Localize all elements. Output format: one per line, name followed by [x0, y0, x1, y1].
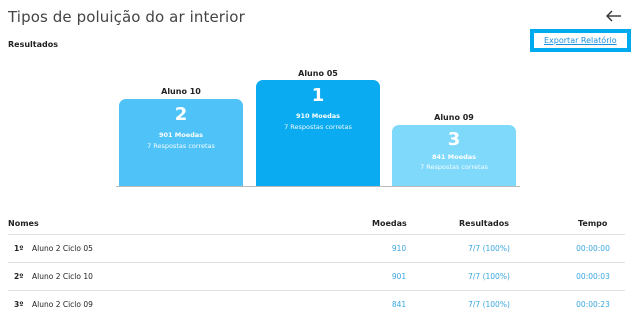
row-position: 1º [14, 244, 24, 253]
row-position: 2º [14, 272, 24, 281]
podium-second-block: 2 901 Moedas 7 Respostas corretas [119, 99, 243, 186]
podium-first-coins: 910 Moedas [295, 112, 341, 120]
row-time: 00:00:23 [576, 300, 610, 309]
export-report-link[interactable]: Exportar Relatório [544, 36, 617, 45]
row-name: Aluno 2 Ciclo 10 [32, 272, 93, 281]
row-time: 00:00:00 [576, 244, 610, 253]
podium-first-correct: 7 Respostas corretas [284, 123, 352, 131]
column-header-names: Nomes [8, 219, 39, 228]
podium-first-block: 1 910 Moedas 7 Respostas corretas [256, 80, 380, 186]
results-heading: Resultados [8, 40, 58, 49]
podium-second-correct: 7 Respostas corretas [147, 142, 215, 150]
podium-third-name: Aluno 09 [434, 113, 474, 122]
podium-second-coins: 901 Moedas [158, 131, 204, 139]
podium-third-correct: 7 Respostas corretas [420, 163, 488, 171]
row-position: 3º [14, 300, 24, 309]
row-name: Aluno 2 Ciclo 09 [32, 300, 93, 309]
podium-baseline [116, 186, 520, 187]
table-row[interactable]: 2º Aluno 2 Ciclo 10 901 7/7 (100%) 00:00… [8, 263, 625, 291]
arrow-left-icon[interactable] [604, 6, 624, 26]
row-coins: 901 [391, 272, 407, 281]
podium: Aluno 10 2 901 Moedas 7 Respostas corret… [116, 66, 520, 188]
podium-third-coins: 841 Moedas [431, 153, 477, 161]
podium-third-block: 3 841 Moedas 7 Respostas corretas [392, 125, 516, 186]
podium-second-name: Aluno 10 [161, 87, 201, 96]
page-title: Tipos de poluição do ar interior [8, 8, 245, 26]
row-result: 7/7 (100%) [468, 300, 510, 309]
row-result: 7/7 (100%) [468, 244, 510, 253]
row-coins: 841 [391, 300, 407, 309]
column-header-results: Resultados [459, 219, 509, 228]
row-coins: 910 [391, 244, 407, 253]
podium-third-rank: 3 [447, 129, 461, 150]
column-header-time: Tempo [578, 219, 608, 228]
podium-first-rank: 1 [311, 85, 325, 106]
column-header-coins: Moedas [372, 219, 407, 228]
podium-first-name: Aluno 05 [298, 69, 338, 78]
table-row[interactable]: 3º Aluno 2 Ciclo 09 841 7/7 (100%) 00:00… [8, 291, 625, 318]
row-name: Aluno 2 Ciclo 05 [32, 244, 93, 253]
row-time: 00:00:03 [576, 272, 610, 281]
table-row[interactable]: 1º Aluno 2 Ciclo 05 910 7/7 (100%) 00:00… [8, 235, 625, 263]
row-result: 7/7 (100%) [468, 272, 510, 281]
podium-second-rank: 2 [174, 104, 188, 125]
